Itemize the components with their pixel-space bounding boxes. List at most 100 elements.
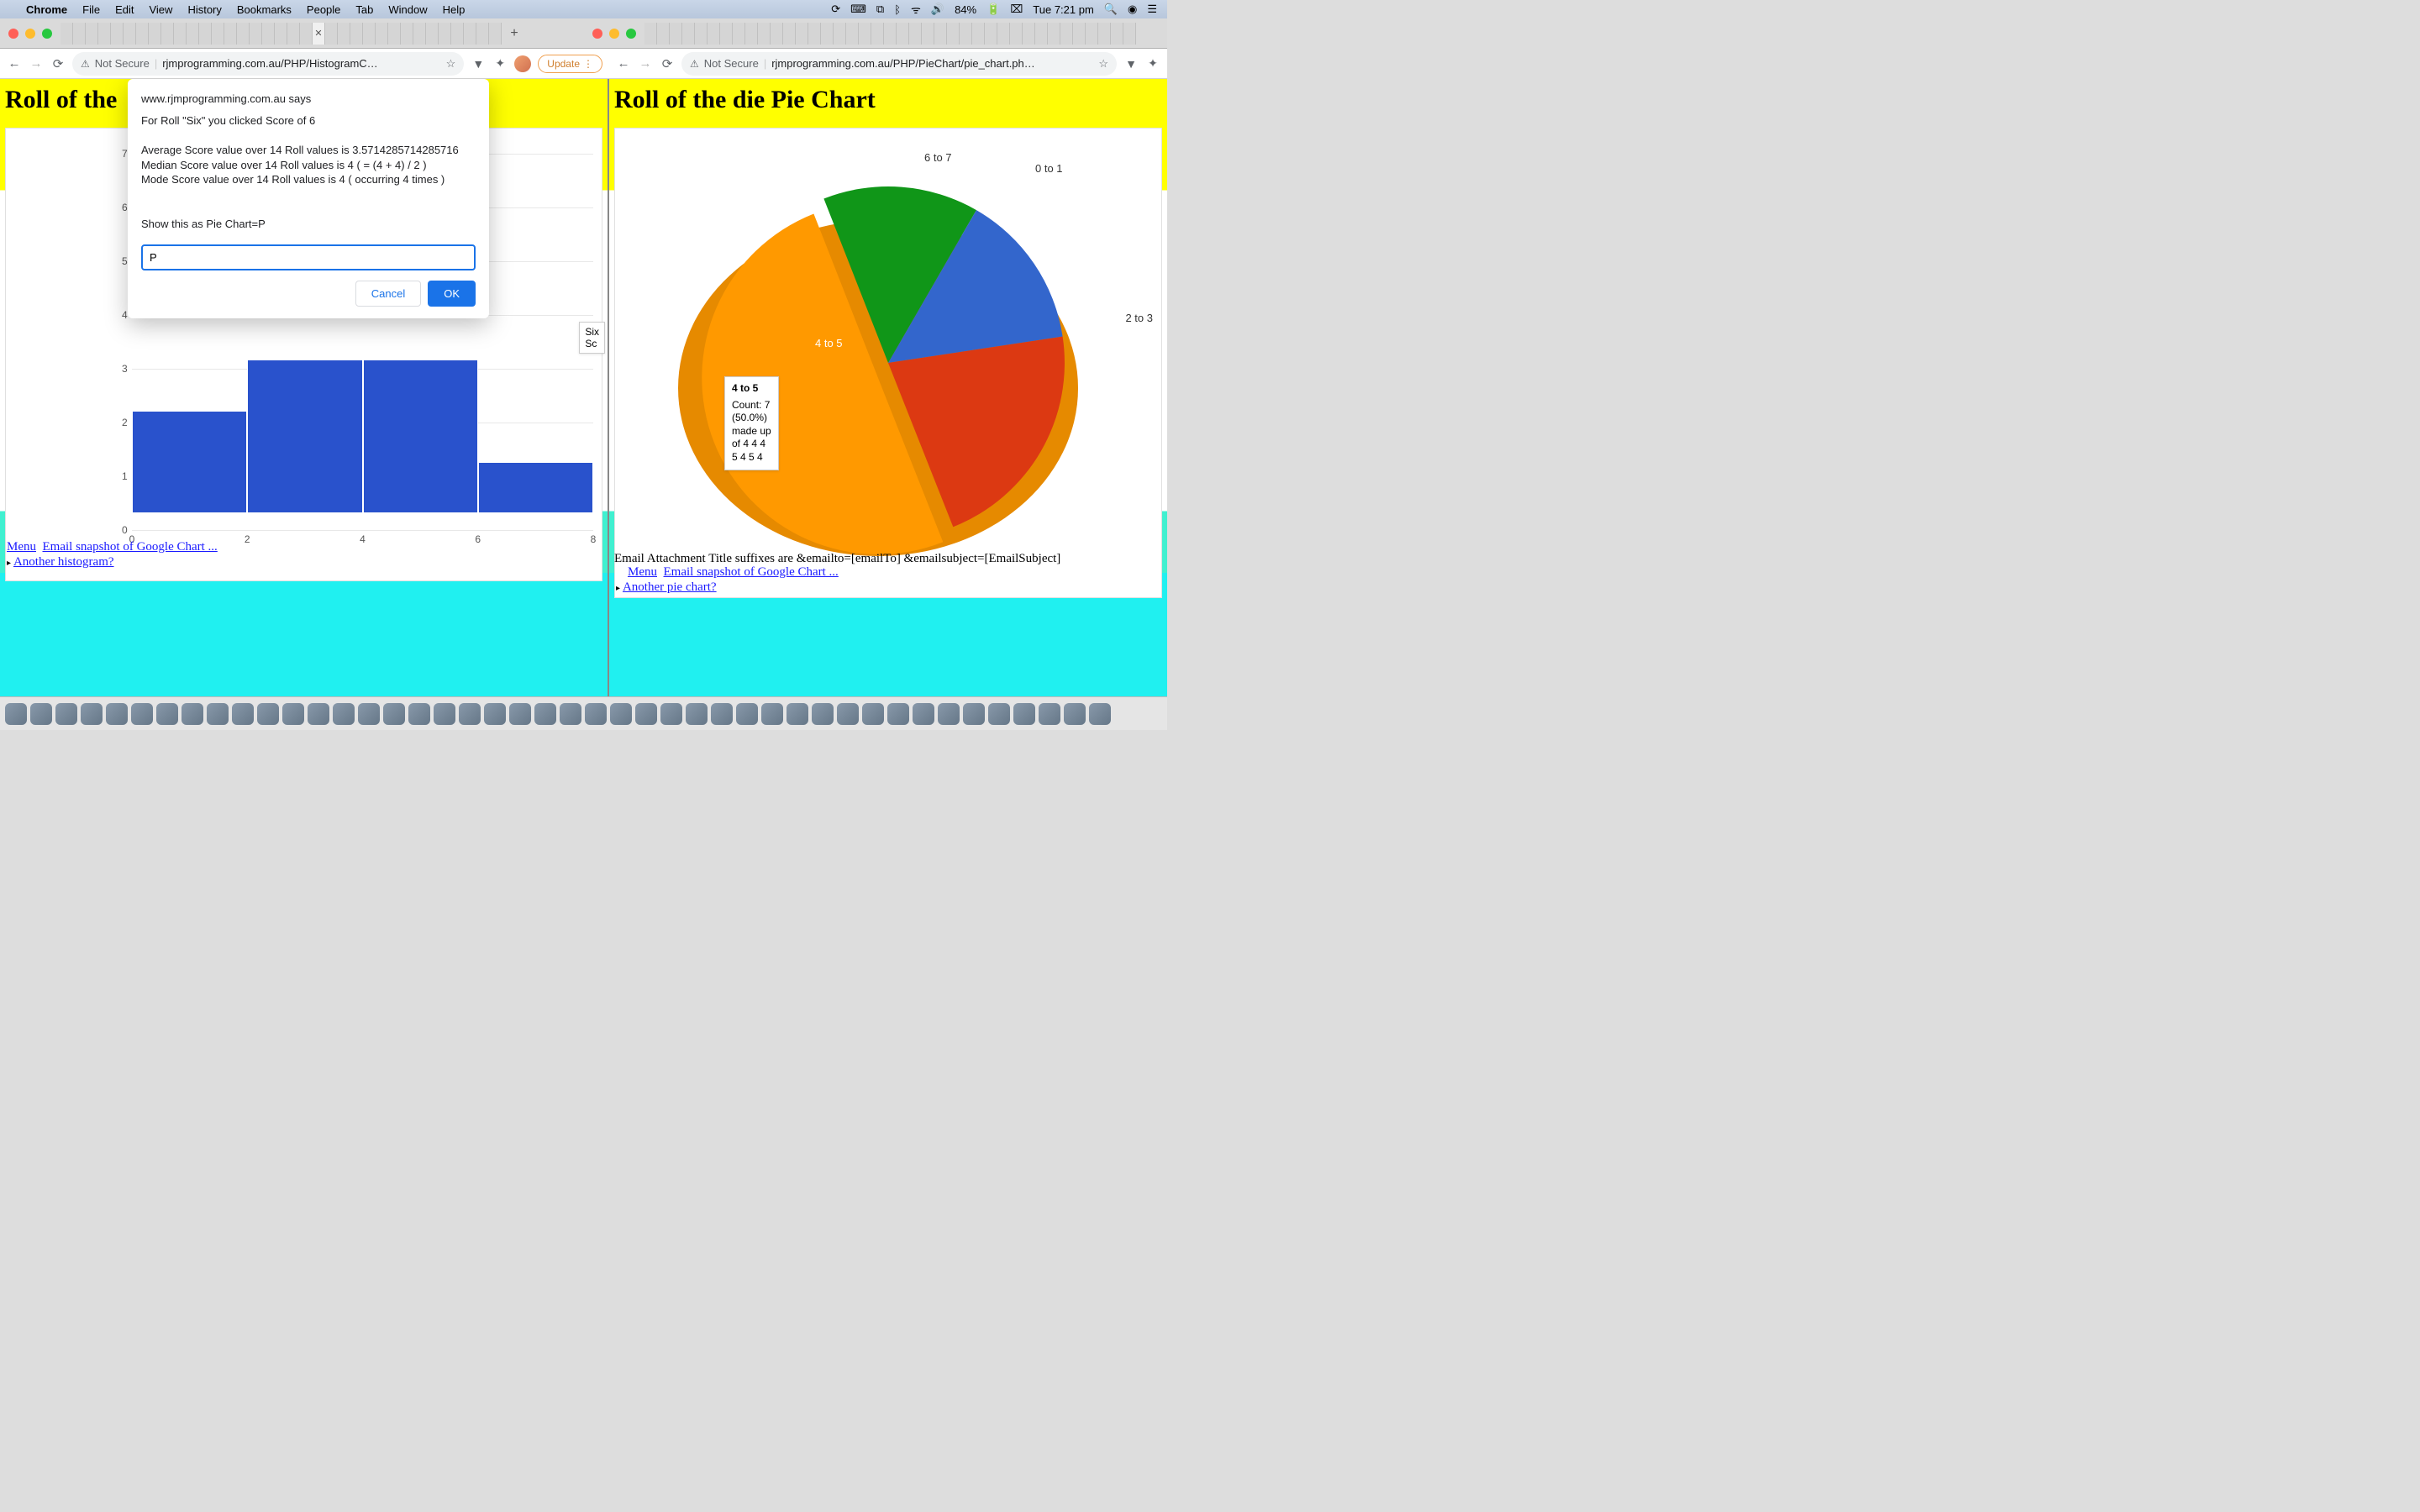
browser-tab[interactable]	[644, 23, 657, 45]
another-histogram-link[interactable]: Another histogram?	[13, 555, 114, 569]
browser-tab[interactable]	[388, 23, 401, 45]
dock-app-icon[interactable]	[534, 703, 556, 725]
browser-tab[interactable]	[451, 23, 464, 45]
browser-tab[interactable]	[871, 23, 884, 45]
browser-tab[interactable]	[859, 23, 871, 45]
menu-bookmarks[interactable]: Bookmarks	[229, 3, 299, 16]
browser-tab[interactable]	[262, 23, 275, 45]
dock-app-icon[interactable]	[837, 703, 859, 725]
browser-tab[interactable]	[909, 23, 922, 45]
dock-app-icon[interactable]	[55, 703, 77, 725]
browser-tab[interactable]	[972, 23, 985, 45]
menu-help[interactable]: Help	[435, 3, 473, 16]
browser-tab[interactable]	[489, 23, 502, 45]
dock-app-icon[interactable]	[560, 703, 581, 725]
browser-tab[interactable]	[300, 23, 313, 45]
browser-tab[interactable]	[997, 23, 1010, 45]
notification-center-icon[interactable]: ☰	[1142, 3, 1162, 16]
browser-tab[interactable]	[439, 23, 451, 45]
siri-icon[interactable]: ◉	[1123, 3, 1142, 16]
dock-app-icon[interactable]	[938, 703, 960, 725]
dock-app-icon[interactable]	[30, 703, 52, 725]
menu-history[interactable]: History	[180, 3, 229, 16]
dock-app-icon[interactable]	[610, 703, 632, 725]
browser-tab[interactable]	[947, 23, 960, 45]
browser-tab[interactable]	[98, 23, 111, 45]
browser-tab[interactable]	[287, 23, 300, 45]
browser-tab[interactable]	[1035, 23, 1048, 45]
histogram-bar[interactable]	[247, 360, 362, 513]
browser-tab[interactable]	[1098, 23, 1111, 45]
browser-tab[interactable]	[60, 23, 73, 45]
browser-tab[interactable]	[250, 23, 262, 45]
battery-icon[interactable]: 🔋	[981, 3, 1005, 16]
menu-link[interactable]: Menu	[628, 565, 657, 579]
close-tab-icon[interactable]: ✕	[314, 28, 322, 39]
back-button[interactable]: ←	[7, 56, 22, 71]
wifi-icon[interactable]: ᯤ	[906, 2, 926, 17]
menu-view[interactable]: View	[141, 3, 180, 16]
browser-tab[interactable]	[1073, 23, 1086, 45]
cancel-button[interactable]: Cancel	[355, 281, 421, 307]
browser-tab[interactable]	[275, 23, 287, 45]
browser-tab[interactable]	[199, 23, 212, 45]
minimize-window-icon[interactable]	[609, 29, 619, 39]
dock-app-icon[interactable]	[333, 703, 355, 725]
browser-tab[interactable]	[821, 23, 834, 45]
browser-tab[interactable]	[426, 23, 439, 45]
menu-tab[interactable]: Tab	[348, 3, 381, 16]
dock-app-icon[interactable]	[761, 703, 783, 725]
dock-app-icon[interactable]	[408, 703, 430, 725]
browser-tab[interactable]	[224, 23, 237, 45]
close-window-icon[interactable]	[8, 29, 18, 39]
star-icon[interactable]: ☆	[1098, 57, 1108, 71]
browser-tab[interactable]	[708, 23, 720, 45]
dock-app-icon[interactable]	[786, 703, 808, 725]
dock-app-icon[interactable]	[282, 703, 304, 725]
browser-tab[interactable]	[682, 23, 695, 45]
extension-icon[interactable]: ▼	[471, 57, 486, 71]
dock-app-icon[interactable]	[257, 703, 279, 725]
browser-tab[interactable]	[846, 23, 859, 45]
browser-tab[interactable]	[884, 23, 897, 45]
browser-tab[interactable]	[174, 23, 187, 45]
dock-app-icon[interactable]	[207, 703, 229, 725]
dock-app-icon[interactable]	[383, 703, 405, 725]
dock-app-icon[interactable]	[585, 703, 607, 725]
dock-app-icon[interactable]	[81, 703, 103, 725]
browser-tab[interactable]	[376, 23, 388, 45]
reload-button[interactable]: ⟳	[50, 56, 66, 71]
dock-app-icon[interactable]	[711, 703, 733, 725]
browser-tab[interactable]	[325, 23, 338, 45]
browser-tab[interactable]	[1060, 23, 1073, 45]
dock-app-icon[interactable]	[434, 703, 455, 725]
browser-tab[interactable]	[187, 23, 199, 45]
dock-app-icon[interactable]	[484, 703, 506, 725]
bluetooth-icon[interactable]: ᛒ	[889, 3, 906, 16]
volume-icon[interactable]: 🔊	[926, 3, 950, 16]
browser-tab[interactable]	[758, 23, 771, 45]
dock-app-icon[interactable]	[106, 703, 128, 725]
dock-app-icon[interactable]	[736, 703, 758, 725]
forward-button[interactable]: →	[29, 56, 44, 71]
browser-tab[interactable]	[124, 23, 136, 45]
another-pie-link[interactable]: Another pie chart?	[623, 580, 717, 594]
browser-tab[interactable]	[1086, 23, 1098, 45]
browser-tab[interactable]	[1010, 23, 1023, 45]
browser-tab[interactable]	[464, 23, 476, 45]
browser-tab[interactable]	[897, 23, 909, 45]
browser-tab[interactable]	[808, 23, 821, 45]
dock-app-icon[interactable]	[1089, 703, 1111, 725]
browser-tab[interactable]	[657, 23, 670, 45]
dock-app-icon[interactable]	[358, 703, 380, 725]
new-tab-button[interactable]: +	[502, 26, 527, 41]
browser-tab[interactable]	[733, 23, 745, 45]
email-snapshot-link[interactable]: Email snapshot of Google Chart ...	[664, 565, 839, 579]
profile-avatar[interactable]	[514, 55, 531, 72]
address-bar[interactable]: ⚠ Not Secure | rjmprogramming.com.au/PHP…	[681, 52, 1117, 76]
browser-tab[interactable]	[745, 23, 758, 45]
dock-app-icon[interactable]	[232, 703, 254, 725]
browser-tab[interactable]	[350, 23, 363, 45]
histogram-bar[interactable]	[363, 360, 478, 513]
browser-tab-active[interactable]: ✕	[313, 23, 325, 45]
